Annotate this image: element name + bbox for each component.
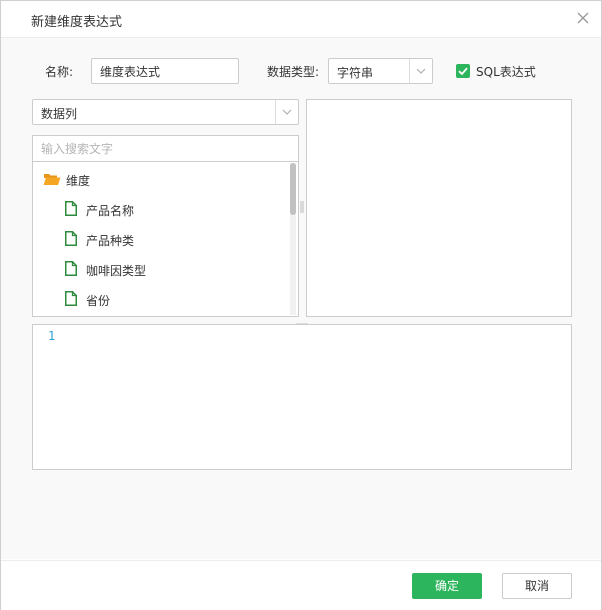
file-icon: [65, 261, 77, 279]
name-field-wrap: [91, 58, 239, 84]
tree-item[interactable]: 产品种类: [33, 224, 289, 254]
search-input[interactable]: [33, 136, 298, 161]
tree-item-label: 产品名称: [86, 204, 135, 218]
horizontal-splitter-handle[interactable]: [296, 317, 308, 327]
cancel-button[interactable]: 取消: [502, 573, 572, 599]
folder-open-icon: [43, 172, 61, 189]
search-box: [32, 135, 299, 162]
ok-button[interactable]: 确定: [412, 573, 482, 599]
line-number: 1: [48, 329, 56, 343]
tree-folder-dimension[interactable]: 维度: [33, 164, 289, 194]
data-type-select[interactable]: 字符串: [328, 58, 433, 84]
dialog-titlebar: 新建维度表达式: [1, 1, 601, 38]
expression-editor[interactable]: 1: [32, 324, 572, 470]
tree-item[interactable]: 咖啡因类型: [33, 254, 289, 284]
file-icon: [65, 201, 77, 219]
tree-item-label: 咖啡因类型: [86, 264, 147, 278]
vertical-splitter-handle[interactable]: [300, 201, 304, 213]
tree-item[interactable]: 省份: [33, 284, 289, 314]
function-panel: [306, 99, 572, 317]
tree-item-label: 产品种类: [86, 234, 135, 248]
check-icon: [458, 67, 468, 76]
sql-expression-checkbox[interactable]: [456, 64, 470, 78]
chevron-down-icon: [409, 59, 432, 83]
data-source-value: 数据列: [41, 107, 78, 121]
tree-item[interactable]: 产品名称: [33, 194, 289, 224]
file-icon: [65, 291, 77, 309]
scrollbar-thumb[interactable]: [290, 163, 296, 215]
file-icon: [65, 231, 77, 249]
tree-folder-label: 维度: [66, 174, 91, 188]
name-input[interactable]: [92, 59, 238, 83]
dialog-title: 新建维度表达式: [31, 15, 123, 30]
data-type-value: 字符串: [337, 66, 374, 80]
data-type-label: 数据类型:: [267, 65, 320, 79]
close-icon[interactable]: [575, 10, 591, 26]
chevron-down-icon: [275, 100, 298, 124]
data-source-select[interactable]: 数据列: [32, 99, 299, 125]
name-label: 名称:: [45, 65, 74, 79]
column-tree: 维度 产品名称 产品种类 咖啡因类型 省份: [32, 161, 299, 317]
tree-item-label: 省份: [86, 294, 111, 308]
dialog-footer: 确定 取消: [1, 560, 601, 610]
new-dimension-expression-dialog: 新建维度表达式 名称: 数据类型: 字符串 SQL表达式 数据列: [0, 0, 602, 610]
tree-scrollbar[interactable]: [290, 163, 296, 315]
sql-expression-label[interactable]: SQL表达式: [476, 63, 536, 80]
